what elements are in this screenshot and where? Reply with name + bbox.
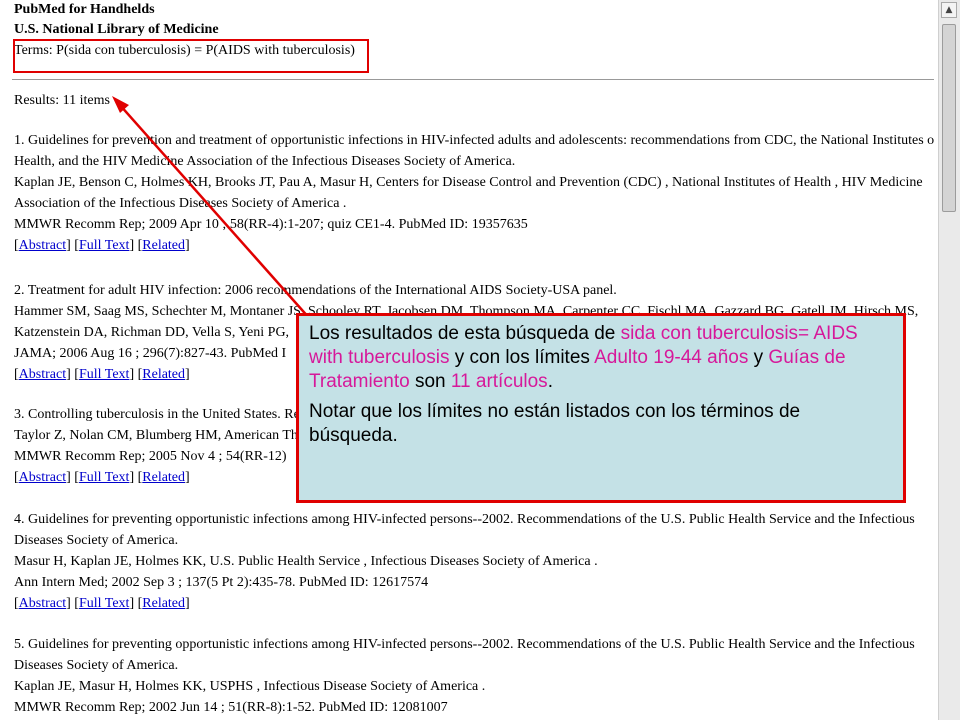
result-title-cont: Diseases Society of America. — [14, 533, 179, 548]
result-authors: Masur H, Kaplan JE, Holmes KK, U.S. Publ… — [14, 554, 598, 569]
result-item-5: 5. Guidelines for preventing opportunist… — [14, 634, 934, 718]
result-title: 5. Guidelines for preventing opportunist… — [14, 637, 915, 652]
abstract-link[interactable]: Abstract — [19, 596, 66, 611]
related-link[interactable]: Related — [142, 470, 185, 485]
related-link[interactable]: Related — [142, 238, 185, 253]
result-citation: MMWR Recomm Rep; 2009 Apr 10 ; 58(RR-4):… — [14, 217, 528, 232]
callout-paragraph-1: Los resultados de esta búsqueda de sida … — [309, 322, 893, 394]
scroll-up-arrow-icon[interactable]: ▲ — [941, 2, 957, 18]
app-title: PubMed for Handhelds — [14, 2, 155, 17]
abstract-link[interactable]: Abstract — [19, 470, 66, 485]
result-title: 4. Guidelines for preventing opportunist… — [14, 512, 915, 527]
scroll-thumb[interactable] — [942, 24, 956, 212]
result-authors-cont: Association of the Infectious Diseases S… — [14, 196, 347, 211]
org-name: U.S. National Library of Medicine — [14, 22, 219, 37]
result-links: [Abstract] [Full Text] [Related] — [14, 238, 190, 253]
related-link[interactable]: Related — [142, 367, 185, 382]
result-citation: Ann Intern Med; 2002 Sep 3 ; 137(5 Pt 2)… — [14, 575, 429, 590]
result-citation: MMWR Recomm Rep; 2002 Jun 14 ; 51(RR-8):… — [14, 700, 448, 715]
callout-text: y con los límites — [449, 347, 595, 368]
full-text-link[interactable]: Full Text — [79, 367, 130, 382]
result-title: 2. Treatment for adult HIV infection: 20… — [14, 283, 617, 298]
callout-text: Los resultados de esta búsqueda de — [309, 323, 621, 344]
result-authors: Kaplan JE, Benson C, Holmes KH, Brooks J… — [14, 175, 923, 190]
result-title-cont: Health, and the HIV Medicine Association… — [14, 154, 516, 169]
callout-limit-age: Adulto 19-44 años — [594, 347, 749, 368]
result-title-cont: Diseases Society of America. — [14, 658, 179, 673]
related-link[interactable]: Related — [142, 596, 185, 611]
result-links: [Abstract] [Full Text] [Related] — [14, 596, 190, 611]
abstract-link[interactable]: Abstract — [19, 238, 66, 253]
full-text-link[interactable]: Full Text — [79, 470, 130, 485]
callout-text: y — [748, 347, 769, 368]
callout-count: 11 artículos — [450, 371, 548, 392]
page-header: PubMed for Handhelds U.S. National Libra… — [14, 0, 219, 40]
result-item-4: 4. Guidelines for preventing opportunist… — [14, 509, 934, 614]
result-item-1: 1. Guidelines for prevention and treatme… — [14, 130, 934, 256]
results-count: Results: 11 items — [14, 93, 110, 108]
terms-highlight-box — [13, 39, 369, 73]
callout-text: . — [547, 371, 553, 392]
abstract-link[interactable]: Abstract — [19, 367, 66, 382]
full-text-link[interactable]: Full Text — [79, 238, 130, 253]
header-divider — [12, 79, 934, 80]
result-title: 1. Guidelines for prevention and treatme… — [14, 133, 934, 148]
annotation-callout: Los resultados de esta búsqueda de sida … — [296, 313, 906, 503]
callout-text: son — [409, 371, 451, 392]
vertical-scrollbar[interactable]: ▲ — [938, 0, 960, 720]
callout-paragraph-2: Notar que los límites no están listados … — [309, 401, 801, 446]
result-authors: Kaplan JE, Masur H, Holmes KK, USPHS , I… — [14, 679, 486, 694]
full-text-link[interactable]: Full Text — [79, 596, 130, 611]
